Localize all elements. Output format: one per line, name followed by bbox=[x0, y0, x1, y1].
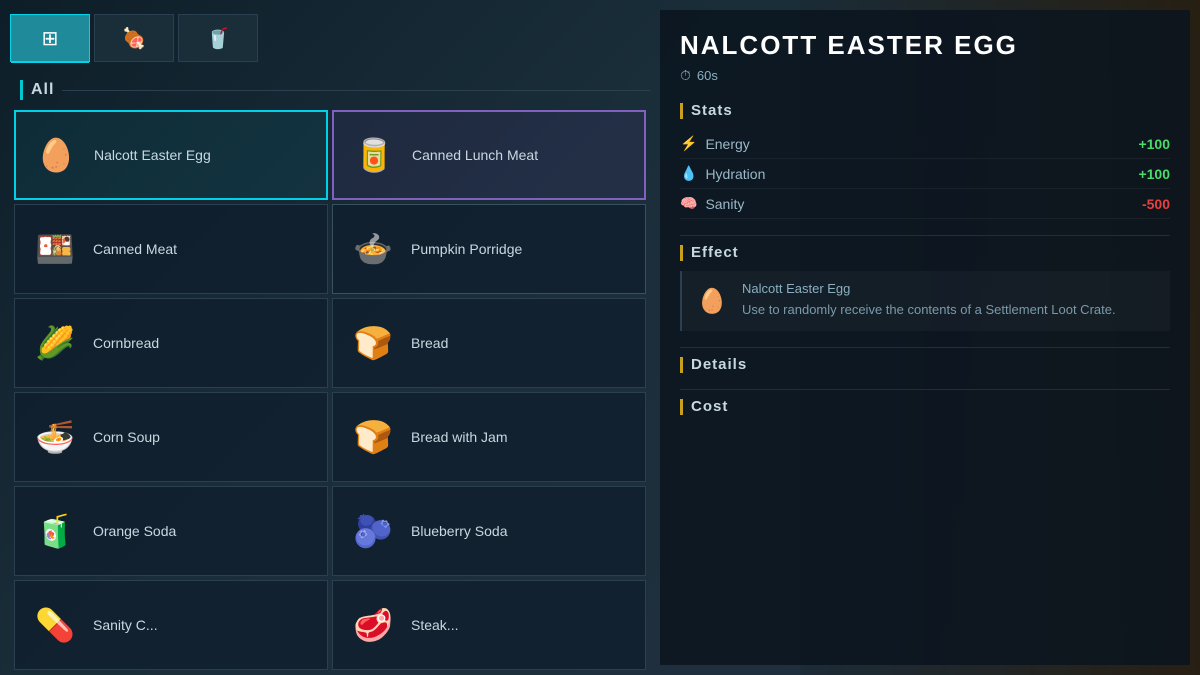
stat-sanity-label: 🧠 Sanity bbox=[680, 195, 744, 212]
item-cornbread[interactable]: 🌽 Cornbread bbox=[14, 298, 328, 388]
canned-meat-label: Canned Meat bbox=[93, 240, 177, 258]
tab-bar: ⊞ 🍖 🥤 bbox=[10, 10, 650, 66]
cost-section: Cost bbox=[680, 398, 1170, 415]
item-blueberry-soda[interactable]: 🫐 Blueberry Soda bbox=[332, 486, 646, 576]
hydration-icon: 💧 bbox=[680, 165, 697, 182]
item-sanity-c[interactable]: 💊 Sanity C... bbox=[14, 580, 328, 670]
canned-lunch-meat-icon: 🥫 bbox=[346, 127, 402, 183]
right-panel: NALCOTT EASTER EGG ⏱ 60s Stats ⚡ Energy … bbox=[660, 10, 1190, 665]
sanity-c-icon: 💊 bbox=[27, 597, 83, 653]
main-container: ⊞ 🍖 🥤 All 🥚 Nalcott Easter Egg 🥫 bbox=[0, 0, 1200, 675]
stats-header: Stats bbox=[680, 102, 1170, 119]
section-line bbox=[62, 90, 650, 91]
blueberry-soda-icon: 🫐 bbox=[345, 503, 401, 559]
meat-icon: 🍖 bbox=[122, 26, 147, 51]
item-bread-with-jam[interactable]: 🍞 Bread with Jam bbox=[332, 392, 646, 482]
nalcott-easter-egg-label: Nalcott Easter Egg bbox=[94, 146, 211, 164]
pumpkin-porridge-icon: 🍲 bbox=[345, 221, 401, 277]
orange-soda-label: Orange Soda bbox=[93, 522, 176, 540]
bread-label: Bread bbox=[411, 334, 448, 352]
tab-grid[interactable]: ⊞ bbox=[10, 14, 90, 62]
effect-box: 🥚 Nalcott Easter Egg Use to randomly rec… bbox=[680, 271, 1170, 331]
divider-1 bbox=[680, 235, 1170, 236]
details-header: Details bbox=[680, 356, 1170, 373]
tab-drink[interactable]: 🥤 bbox=[178, 14, 258, 62]
stat-hydration-label: 💧 Hydration bbox=[680, 165, 765, 182]
steak-label: Steak... bbox=[411, 616, 458, 634]
effect-bar bbox=[680, 245, 683, 261]
stat-hydration-value: +100 bbox=[1138, 166, 1170, 182]
detail-time: ⏱ 60s bbox=[680, 67, 1170, 84]
details-title: Details bbox=[691, 356, 747, 373]
detail-time-value: 60s bbox=[697, 68, 718, 83]
section-header: All bbox=[10, 74, 650, 106]
energy-icon: ⚡ bbox=[680, 135, 697, 152]
stats-section: Stats ⚡ Energy +100 💧 Hydration +100 🧠 bbox=[680, 102, 1170, 219]
divider-3 bbox=[680, 389, 1170, 390]
item-corn-soup[interactable]: 🍜 Corn Soup bbox=[14, 392, 328, 482]
grid-icon: ⊞ bbox=[42, 26, 59, 51]
pumpkin-porridge-label: Pumpkin Porridge bbox=[411, 240, 522, 258]
canned-lunch-meat-label: Canned Lunch Meat bbox=[412, 146, 538, 164]
canned-meat-icon: 🍱 bbox=[27, 221, 83, 277]
clock-icon: ⏱ bbox=[680, 67, 691, 84]
details-section: Details bbox=[680, 356, 1170, 373]
tab-meat[interactable]: 🍖 bbox=[94, 14, 174, 62]
effect-header: Effect bbox=[680, 244, 1170, 261]
stats-title: Stats bbox=[691, 102, 733, 119]
cornbread-label: Cornbread bbox=[93, 334, 159, 352]
item-canned-lunch-meat[interactable]: 🥫 Canned Lunch Meat bbox=[332, 110, 646, 200]
cost-bar bbox=[680, 399, 683, 415]
item-bread[interactable]: 🍞 Bread bbox=[332, 298, 646, 388]
effect-item-icon: 🥚 bbox=[692, 281, 732, 321]
section-bar-decoration bbox=[20, 80, 23, 100]
drink-icon: 🥤 bbox=[206, 26, 231, 51]
stat-energy-label: ⚡ Energy bbox=[680, 135, 750, 152]
item-orange-soda[interactable]: 🧃 Orange Soda bbox=[14, 486, 328, 576]
cornbread-icon: 🌽 bbox=[27, 315, 83, 371]
item-nalcott-easter-egg[interactable]: 🥚 Nalcott Easter Egg bbox=[14, 110, 328, 200]
item-steak[interactable]: 🥩 Steak... bbox=[332, 580, 646, 670]
cost-header: Cost bbox=[680, 398, 1170, 415]
stat-sanity: 🧠 Sanity -500 bbox=[680, 189, 1170, 219]
blueberry-soda-label: Blueberry Soda bbox=[411, 522, 508, 540]
stat-hydration: 💧 Hydration +100 bbox=[680, 159, 1170, 189]
bread-icon: 🍞 bbox=[345, 315, 401, 371]
item-pumpkin-porridge[interactable]: 🍲 Pumpkin Porridge bbox=[332, 204, 646, 294]
sanity-c-label: Sanity C... bbox=[93, 616, 158, 634]
effect-description: Use to randomly receive the contents of … bbox=[742, 300, 1116, 320]
steak-icon: 🥩 bbox=[345, 597, 401, 653]
divider-2 bbox=[680, 347, 1170, 348]
corn-soup-icon: 🍜 bbox=[27, 409, 83, 465]
bread-with-jam-label: Bread with Jam bbox=[411, 428, 507, 446]
stat-energy: ⚡ Energy +100 bbox=[680, 129, 1170, 159]
stats-bar bbox=[680, 103, 683, 119]
left-panel: ⊞ 🍖 🥤 All 🥚 Nalcott Easter Egg 🥫 bbox=[10, 10, 650, 665]
orange-soda-icon: 🧃 bbox=[27, 503, 83, 559]
section-title: All bbox=[31, 81, 54, 99]
effect-item-name: Nalcott Easter Egg bbox=[742, 281, 1116, 296]
cost-title: Cost bbox=[691, 398, 728, 415]
bread-with-jam-icon: 🍞 bbox=[345, 409, 401, 465]
sanity-icon: 🧠 bbox=[680, 195, 697, 212]
effect-section: Effect 🥚 Nalcott Easter Egg Use to rando… bbox=[680, 244, 1170, 331]
stat-energy-value: +100 bbox=[1138, 136, 1170, 152]
items-grid: 🥚 Nalcott Easter Egg 🥫 Canned Lunch Meat… bbox=[10, 110, 650, 670]
item-canned-meat[interactable]: 🍱 Canned Meat bbox=[14, 204, 328, 294]
effect-title: Effect bbox=[691, 244, 739, 261]
details-bar bbox=[680, 357, 683, 373]
corn-soup-label: Corn Soup bbox=[93, 428, 160, 446]
stat-sanity-value: -500 bbox=[1142, 196, 1170, 212]
effect-text: Nalcott Easter Egg Use to randomly recei… bbox=[742, 281, 1116, 321]
detail-title: NALCOTT EASTER EGG bbox=[680, 30, 1170, 61]
nalcott-easter-egg-icon: 🥚 bbox=[28, 127, 84, 183]
